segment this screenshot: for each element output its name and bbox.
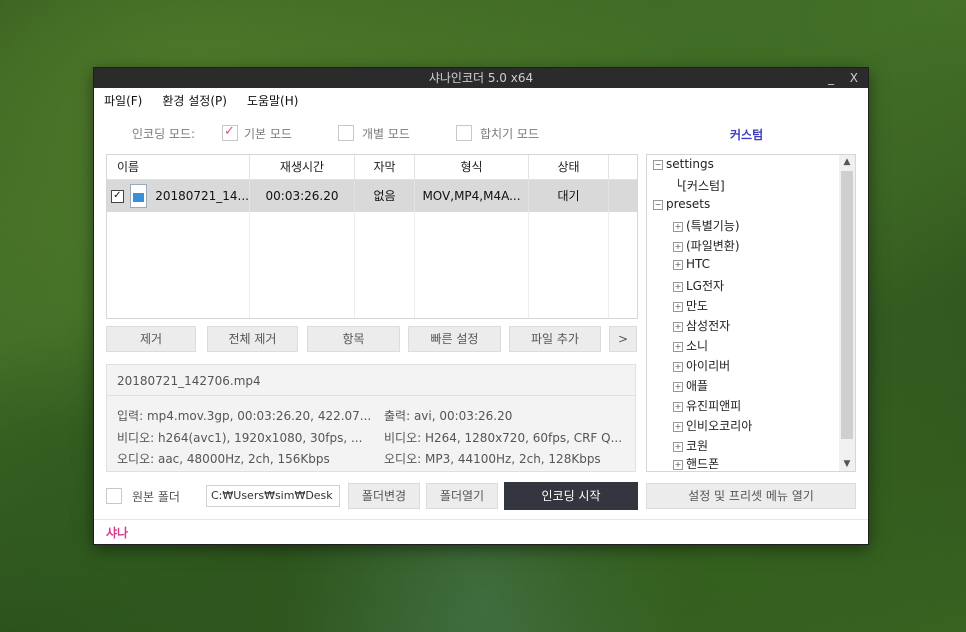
expand-icon: + bbox=[673, 361, 683, 372]
original-folder-checkbox[interactable] bbox=[106, 488, 122, 504]
col-status[interactable]: 상태 bbox=[529, 155, 609, 179]
more-button[interactable]: > bbox=[609, 326, 637, 352]
window-title: 샤나인코더 5.0 x64 bbox=[428, 71, 534, 85]
file-info-panel: 20180721_142706.mp4 입력: mp4.mov.3gp, 00:… bbox=[106, 364, 636, 472]
menu-help[interactable]: 도움말(H) bbox=[247, 92, 299, 109]
open-folder-button[interactable]: 폴더열기 bbox=[426, 483, 498, 509]
individual-mode-label[interactable]: 개별 모드 bbox=[362, 125, 410, 142]
title-bar: 샤나인코더 5.0 x64 _ X bbox=[94, 68, 868, 88]
col-format[interactable]: 형식 bbox=[415, 155, 529, 179]
expand-icon: + bbox=[673, 441, 683, 452]
row-status: 대기 bbox=[529, 180, 609, 212]
status-logo-text: 샤나 bbox=[106, 526, 129, 540]
menu-settings[interactable]: 환경 설정(P) bbox=[162, 92, 227, 109]
tree-item[interactable]: + HTC bbox=[673, 257, 710, 271]
scroll-up-icon[interactable]: ▲ bbox=[839, 157, 855, 167]
expand-icon: + bbox=[673, 321, 683, 332]
row-duration: 00:03:26.20 bbox=[250, 180, 355, 212]
collapse-icon: − bbox=[653, 199, 663, 210]
menu-bar: 파일(F) 환경 설정(P) 도움말(H) bbox=[94, 88, 868, 112]
expand-icon: + bbox=[673, 401, 683, 412]
remove-all-button[interactable]: 전체 제거 bbox=[207, 326, 298, 352]
row-checkbox[interactable]: ✓ bbox=[111, 189, 124, 203]
expand-icon: + bbox=[673, 381, 683, 392]
basic-mode-checkbox[interactable] bbox=[222, 124, 238, 141]
info-input-video: 비디오: h264(avc1), 1920x1080, 30fps, ... bbox=[117, 431, 363, 445]
tree-item[interactable]: + 애플 bbox=[673, 377, 708, 394]
add-file-button[interactable]: 파일 추가 bbox=[509, 326, 601, 352]
items-button[interactable]: 항목 bbox=[307, 326, 400, 352]
expand-icon: + bbox=[673, 421, 683, 432]
status-bar: 샤나 bbox=[94, 519, 868, 544]
tree-node-settings[interactable]: − settings bbox=[653, 157, 714, 171]
col-name[interactable]: 이름 bbox=[107, 155, 250, 179]
change-folder-button[interactable]: 폴더변경 bbox=[348, 483, 420, 509]
scroll-down-icon[interactable]: ▼ bbox=[839, 459, 855, 469]
video-file-icon bbox=[129, 184, 148, 208]
expand-icon: + bbox=[673, 459, 683, 470]
expand-icon: + bbox=[673, 301, 683, 312]
start-encoding-button[interactable]: 인코딩 시작 bbox=[504, 482, 638, 510]
tree-item[interactable]: + 소니 bbox=[673, 337, 708, 354]
app-window: 샤나인코더 5.0 x64 _ X 파일(F) 환경 설정(P) 도움말(H) … bbox=[94, 68, 868, 544]
tree-item[interactable]: + (파일변환) bbox=[673, 237, 740, 254]
info-input: 입력: mp4.mov.3gp, 00:03:26.20, 422.07... bbox=[117, 409, 372, 423]
individual-mode-checkbox[interactable] bbox=[338, 125, 354, 141]
quick-settings-button[interactable]: 빠른 설정 bbox=[408, 326, 501, 352]
bottom-bar: 원본 폴더 C:₩Users₩sim₩Desk 폴더변경 폴더열기 인코딩 시작… bbox=[94, 482, 868, 510]
custom-preset-label[interactable]: 커스텀 bbox=[730, 126, 763, 143]
row-format: MOV,MP4,M4A... bbox=[415, 180, 529, 212]
col-subtitle[interactable]: 자막 bbox=[355, 155, 415, 179]
table-row[interactable]: ✓ 20180721_14... 00:03:26.20 없음 MOV,MP4,… bbox=[107, 180, 637, 212]
info-output: 출력: avi, 00:03:26.20 bbox=[384, 409, 513, 423]
info-input-audio: 오디오: aac, 48000Hz, 2ch, 156Kbps bbox=[117, 452, 330, 466]
tree-scrollbar[interactable]: ▲ ▼ bbox=[839, 155, 855, 471]
row-filename: 20180721_14... bbox=[155, 189, 249, 203]
info-output-audio: 오디오: MP3, 44100Hz, 2ch, 128Kbps bbox=[384, 452, 601, 466]
tree-item[interactable]: + 인비오코리아 bbox=[673, 417, 752, 434]
original-folder-label[interactable]: 원본 폴더 bbox=[132, 488, 180, 505]
row-name-cell: ✓ 20180721_14... bbox=[107, 180, 250, 212]
tree-item[interactable]: + LG전자 bbox=[673, 277, 724, 294]
tree-item[interactable]: + 코원 bbox=[673, 437, 708, 454]
collapse-icon: − bbox=[653, 159, 663, 170]
encoding-mode-label: 인코딩 모드: bbox=[132, 127, 196, 141]
remove-button[interactable]: 제거 bbox=[106, 326, 196, 352]
col-duration[interactable]: 재생시간 bbox=[250, 155, 355, 179]
tree-item[interactable]: + 아이리버 bbox=[673, 357, 730, 374]
tree-item[interactable]: + 삼성전자 bbox=[673, 317, 730, 334]
minimize-button[interactable]: _ bbox=[828, 68, 834, 88]
tree-node-custom[interactable]: └[커스텀] bbox=[675, 177, 725, 194]
expand-icon: + bbox=[673, 341, 683, 352]
close-button[interactable]: X bbox=[850, 68, 858, 88]
tree-item[interactable]: + 유진피앤피 bbox=[673, 397, 741, 414]
merge-mode-checkbox[interactable] bbox=[456, 125, 472, 141]
tree-item[interactable]: + (특별기능) bbox=[673, 217, 740, 234]
menu-file[interactable]: 파일(F) bbox=[104, 92, 142, 109]
file-list-empty-area bbox=[107, 211, 637, 318]
tree-item[interactable]: + 만도 bbox=[673, 297, 708, 314]
output-path-field[interactable]: C:₩Users₩sim₩Desk bbox=[206, 485, 340, 507]
scrollbar-thumb[interactable] bbox=[841, 171, 853, 439]
expand-icon: + bbox=[673, 241, 683, 252]
open-settings-button[interactable]: 설정 및 프리셋 메뉴 열기 bbox=[646, 483, 856, 509]
file-list: 이름 재생시간 자막 형식 상태 ✓ 20180721_14... 00:03:… bbox=[106, 154, 638, 319]
preset-tree: − settings └[커스텀] − presets + (특별기능) + (파일변환… bbox=[646, 154, 856, 472]
row-subtitle: 없음 bbox=[355, 180, 415, 212]
tree-node-presets[interactable]: − presets bbox=[653, 197, 710, 211]
info-output-video: 비디오: H264, 1280x720, 60fps, CRF Q... bbox=[384, 431, 623, 445]
encoding-mode-bar: 인코딩 모드: 기본 모드 개별 모드 합치기 모드 커스텀 bbox=[94, 122, 868, 144]
tree-item[interactable]: + 핸드폰 bbox=[673, 455, 719, 471]
expand-icon: + bbox=[673, 281, 683, 292]
expand-icon: + bbox=[673, 259, 683, 270]
info-filename: 20180721_142706.mp4 bbox=[117, 374, 261, 388]
basic-mode-label[interactable]: 기본 모드 bbox=[244, 125, 292, 142]
merge-mode-label[interactable]: 합치기 모드 bbox=[480, 125, 539, 142]
expand-icon: + bbox=[673, 221, 683, 232]
file-list-header: 이름 재생시간 자막 형식 상태 bbox=[107, 155, 637, 180]
